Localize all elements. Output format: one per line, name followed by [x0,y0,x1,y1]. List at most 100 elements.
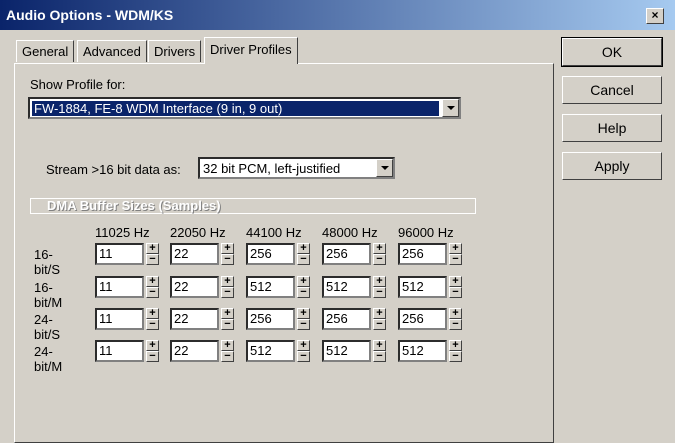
buffer-size-spinner[interactable]: 22 + − [170,308,234,330]
buffer-size-input[interactable]: 256 [322,308,371,330]
minus-icon[interactable]: − [449,319,462,330]
buffer-size-input[interactable]: 22 [170,340,219,362]
minus-icon[interactable]: − [373,351,386,362]
buffer-size-spinner[interactable]: 11 + − [95,340,159,362]
profile-dropdown-value: FW-1884, FE-8 WDM Interface (9 in, 9 out… [32,101,439,116]
column-header: 22050 Hz [170,225,226,240]
spinner-buttons: + − [146,276,159,298]
profile-dropdown[interactable]: FW-1884, FE-8 WDM Interface (9 in, 9 out… [28,97,461,119]
buffer-size-spinner[interactable]: 22 + − [170,340,234,362]
spinner-buttons: + − [373,276,386,298]
buffer-size-input[interactable]: 22 [170,308,219,330]
spinner-buttons: + − [449,308,462,330]
minus-icon[interactable]: − [146,254,159,265]
buffer-size-spinner[interactable]: 512 + − [322,276,386,298]
buffer-size-spinner[interactable]: 22 + − [170,243,234,265]
column-header: 44100 Hz [246,225,302,240]
buffer-size-input[interactable]: 512 [322,276,371,298]
buffer-size-spinner[interactable]: 256 + − [246,243,310,265]
cancel-button[interactable]: Cancel [562,76,662,104]
minus-icon[interactable]: − [373,287,386,298]
buffer-size-input[interactable]: 512 [398,276,447,298]
minus-icon[interactable]: − [449,351,462,362]
tab-advanced[interactable]: Advanced [77,40,147,62]
buffer-size-spinner[interactable]: 256 + − [398,308,462,330]
spinner-buttons: + − [449,340,462,362]
buffer-size-input[interactable]: 11 [95,340,144,362]
close-button[interactable]: × [646,8,664,24]
buffer-size-spinner[interactable]: 256 + − [322,308,386,330]
minus-icon[interactable]: − [221,351,234,362]
buffer-size-input[interactable]: 22 [170,243,219,265]
minus-icon[interactable]: − [449,287,462,298]
spinner-buttons: + − [146,340,159,362]
row-label: 16-bit/S [34,247,61,277]
help-button[interactable]: Help [562,114,662,142]
minus-icon[interactable]: − [373,254,386,265]
column-header: 96000 Hz [398,225,454,240]
buffer-size-input[interactable]: 11 [95,276,144,298]
column-header: 11025 Hz [95,225,150,240]
chevron-down-icon[interactable] [442,99,459,117]
dma-buffer-header: DMA Buffer Sizes (Samples) [30,198,476,214]
buffer-size-spinner[interactable]: 512 + − [398,276,462,298]
buffer-size-spinner[interactable]: 11 + − [95,243,159,265]
spinner-buttons: + − [297,276,310,298]
buffer-size-input[interactable]: 256 [246,243,295,265]
spinner-buttons: + − [146,308,159,330]
buffer-size-spinner[interactable]: 512 + − [246,340,310,362]
stream-label: Stream >16 bit data as: [46,162,181,177]
stream-format-value: 32 bit PCM, left-justified [203,161,341,176]
spinner-buttons: + − [373,340,386,362]
minus-icon[interactable]: − [221,254,234,265]
window-title: Audio Options - WDM/KS [6,7,174,23]
row-label: 24-bit/M [34,344,63,374]
buffer-size-spinner[interactable]: 512 + − [398,340,462,362]
buffer-size-spinner[interactable]: 256 + − [322,243,386,265]
buffer-size-spinner[interactable]: 512 + − [246,276,310,298]
minus-icon[interactable]: − [297,254,310,265]
minus-icon[interactable]: − [449,254,462,265]
apply-button[interactable]: Apply [562,152,662,180]
minus-icon[interactable]: − [373,319,386,330]
tab-drivers[interactable]: Drivers [148,40,202,62]
buffer-size-input[interactable]: 512 [246,340,295,362]
buffer-size-spinner[interactable]: 256 + − [398,243,462,265]
buffer-size-input[interactable]: 11 [95,243,144,265]
title-bar: Audio Options - WDM/KS × [0,0,675,30]
row-label: 16-bit/M [34,280,63,310]
minus-icon[interactable]: − [297,351,310,362]
minus-icon[interactable]: − [221,319,234,330]
buffer-size-spinner[interactable]: 11 + − [95,308,159,330]
spinner-buttons: + − [297,308,310,330]
minus-icon[interactable]: − [297,287,310,298]
show-profile-label: Show Profile for: [30,77,126,92]
chevron-down-icon[interactable] [376,159,393,177]
stream-format-dropdown[interactable]: 32 bit PCM, left-justified [198,157,395,179]
buffer-size-input[interactable]: 256 [322,243,371,265]
minus-icon[interactable]: − [146,319,159,330]
minus-icon[interactable]: − [146,351,159,362]
ok-button[interactable]: OK [561,37,663,67]
buffer-size-spinner[interactable]: 22 + − [170,276,234,298]
buffer-size-spinner[interactable]: 512 + − [322,340,386,362]
buffer-size-spinner[interactable]: 256 + − [246,308,310,330]
minus-icon[interactable]: − [146,287,159,298]
minus-icon[interactable]: − [297,319,310,330]
buffer-size-input[interactable]: 512 [246,276,295,298]
buffer-size-input[interactable]: 11 [95,308,144,330]
buffer-size-input[interactable]: 256 [398,308,447,330]
buffer-size-input[interactable]: 512 [398,340,447,362]
spinner-buttons: + − [221,276,234,298]
tab-driver-profiles[interactable]: Driver Profiles [204,37,298,64]
row-label: 24-bit/S [34,312,61,342]
spinner-buttons: + − [373,243,386,265]
minus-icon[interactable]: − [221,287,234,298]
spinner-buttons: + − [221,243,234,265]
buffer-size-input[interactable]: 256 [398,243,447,265]
tab-general[interactable]: General [16,40,75,62]
buffer-size-spinner[interactable]: 11 + − [95,276,159,298]
buffer-size-input[interactable]: 22 [170,276,219,298]
buffer-size-input[interactable]: 512 [322,340,371,362]
buffer-size-input[interactable]: 256 [246,308,295,330]
